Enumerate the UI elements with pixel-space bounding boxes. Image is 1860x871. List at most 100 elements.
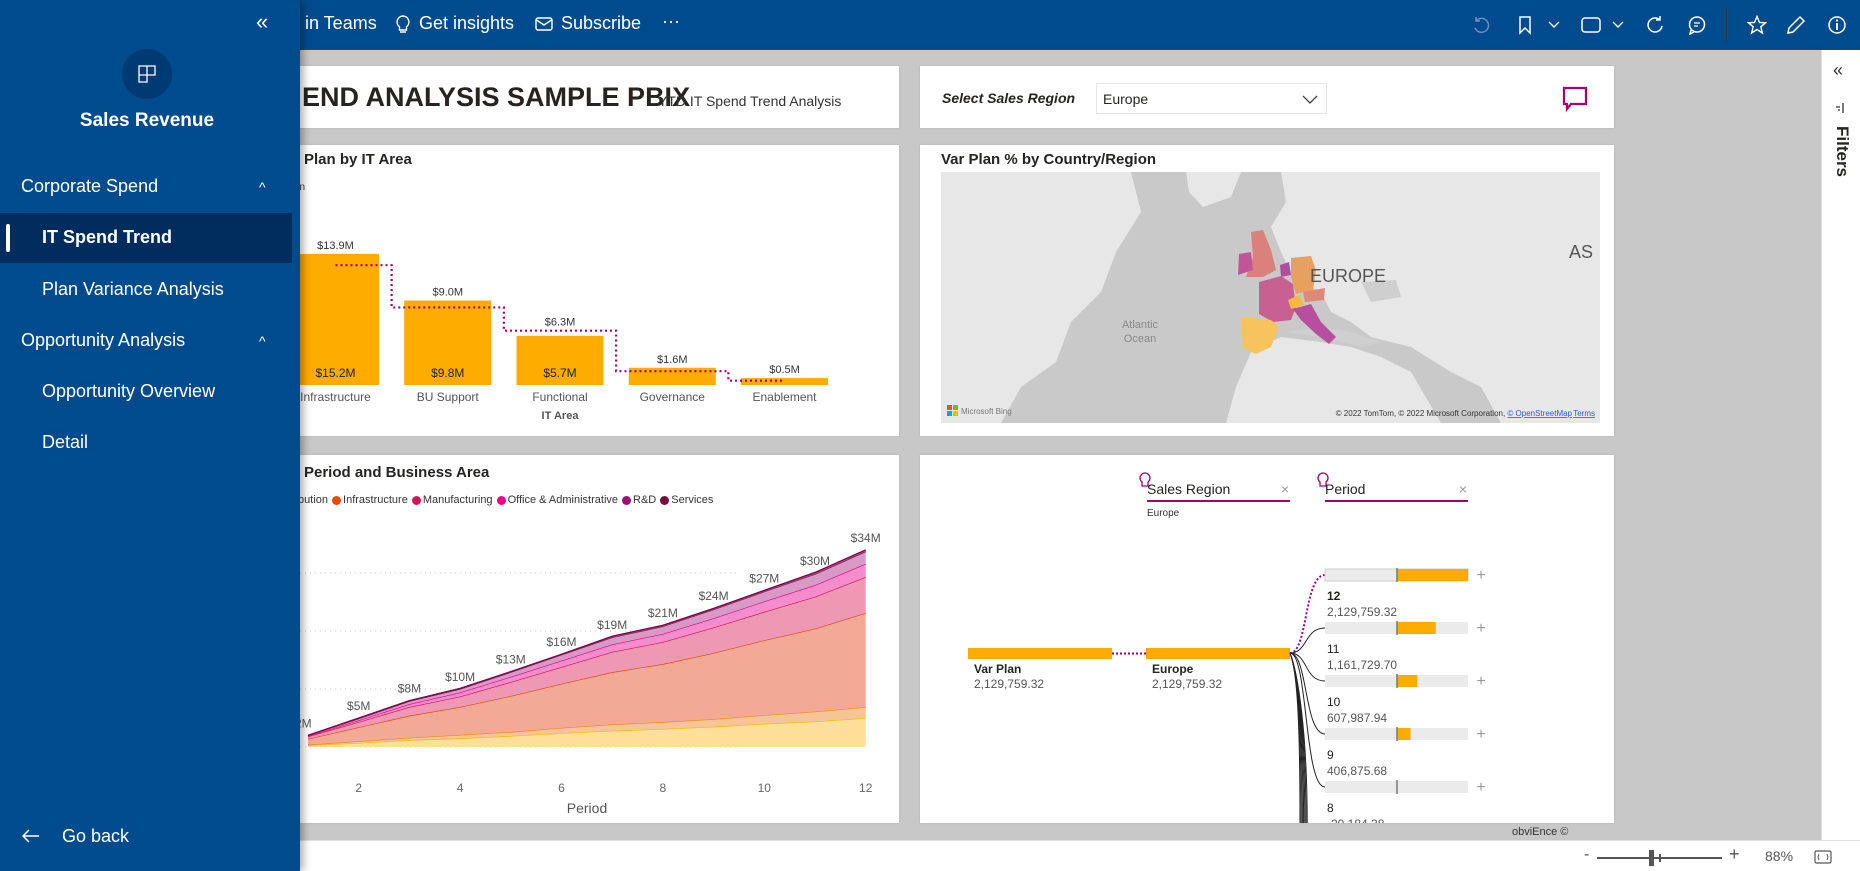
- expand-plus-icon[interactable]: +: [1476, 567, 1485, 584]
- total-label: $10M: [445, 670, 475, 684]
- remove-level-icon[interactable]: ×: [1459, 481, 1467, 497]
- decomp-connector: [1289, 652, 1326, 735]
- decomp-node-label: Var Plan: [974, 662, 1021, 676]
- info-icon[interactable]: [1826, 14, 1848, 36]
- refresh-icon[interactable]: [1644, 14, 1666, 36]
- filters-pane[interactable]: « Filters: [1821, 50, 1860, 840]
- zoom-slider[interactable]: [1597, 850, 1722, 866]
- chevron-down-icon[interactable]: [1543, 14, 1565, 36]
- decomp-node-value: 2,129,759.32: [974, 677, 1044, 691]
- decomposition-tree: Sales Region ×EuropePeriod ×Var Plan2,129,…: [968, 472, 1486, 823]
- map-label-europe: EUROPE: [1310, 266, 1386, 286]
- decomp-header-sales-region[interactable]: Sales Region × Europe: [1139, 472, 1290, 519]
- plan-value-label: $0.5M: [769, 364, 800, 376]
- comment-icon[interactable]: [1686, 14, 1708, 36]
- decomp-row-label: 10: [1327, 695, 1341, 709]
- map-copyright: © 2022 TomTom, © 2022 Microsoft Corporat…: [1336, 409, 1573, 418]
- slicer-label: Select Sales Region: [942, 90, 1076, 106]
- bar-chart-xlabel: IT Area: [541, 410, 579, 422]
- chevron-up-icon: ^: [259, 333, 266, 349]
- remove-level-icon[interactable]: ×: [1281, 481, 1289, 497]
- map-label-ocean-1: Atlantic: [1122, 319, 1159, 331]
- get-insights-button[interactable]: Get insights: [395, 13, 514, 34]
- go-back-button[interactable]: Go back: [0, 826, 292, 847]
- report-footer: obviEnce ©: [1512, 826, 1569, 838]
- expand-plus-icon[interactable]: +: [1476, 620, 1485, 637]
- expand-plus-icon[interactable]: +: [1476, 726, 1485, 743]
- filters-label[interactable]: Filters: [1832, 126, 1852, 177]
- edit-icon[interactable]: [1785, 14, 1807, 36]
- nav-page-plan-variance-analysis[interactable]: Plan Variance Analysis: [0, 279, 292, 300]
- zoom-out-button[interactable]: -: [1584, 846, 1589, 864]
- total-label: $24M: [699, 589, 729, 603]
- decomp-node-bar[interactable]: [968, 648, 1112, 659]
- total-label: $30M: [800, 554, 830, 568]
- fit-to-page-icon[interactable]: [1814, 850, 1832, 864]
- category-label: Enablement: [752, 390, 817, 404]
- decomp-row-bar: [1397, 675, 1418, 687]
- arrow-left-icon: [22, 829, 39, 843]
- nav-section-opportunity-analysis[interactable]: Opportunity Analysis ^: [0, 330, 292, 351]
- decomp-header-label: Sales Region: [1147, 481, 1230, 497]
- bar-enablement: [741, 378, 828, 385]
- osm-link: © OpenStreetMap: [1507, 409, 1572, 418]
- decomp-header-label: Period: [1325, 481, 1365, 497]
- terms-link[interactable]: Terms: [1573, 409, 1595, 418]
- star-icon[interactable]: [1746, 14, 1768, 36]
- report-title: END ANALYSIS SAMPLE PBIX: [302, 82, 691, 112]
- plan-value-label: $13.9M: [317, 240, 354, 252]
- decomp-row-bar: [1397, 622, 1436, 634]
- decomp-row-label: 8: [1327, 801, 1334, 815]
- decomp-row-value: 607,987.94: [1327, 711, 1387, 725]
- view-icon[interactable]: [1580, 14, 1602, 36]
- chevron-down-icon[interactable]: [1607, 14, 1629, 36]
- total-label: $5M: [347, 699, 370, 713]
- filled-map[interactable]: EUROPE AS Atlantic Ocean Microsoft Bing …: [941, 172, 1600, 423]
- bar-governance: [628, 367, 716, 385]
- comment-icon[interactable]: [1562, 86, 1588, 112]
- region-dropdown[interactable]: Europe: [1096, 83, 1327, 114]
- nav-section-corporate-spend[interactable]: Corporate Spend ^: [0, 176, 292, 198]
- total-label: $13M: [496, 653, 526, 667]
- report-subtitle: YTD IT Spend Trend Analysis: [658, 93, 842, 109]
- category-label: BU Support: [417, 390, 480, 404]
- bar-chart-card: Plan by IT Area Plan $15.2M$13.9MInfrast…: [250, 145, 899, 436]
- decomp-row-value: -29,184.38: [1327, 817, 1385, 823]
- decomp-header-selection: Europe: [1147, 508, 1180, 519]
- region-slicer-card: Select Sales Region Europe: [920, 66, 1614, 128]
- undo-icon[interactable]: [1470, 14, 1492, 36]
- expand-filters-icon[interactable]: «: [1833, 60, 1843, 81]
- decomp-row-bar: [1397, 569, 1468, 581]
- zoom-slider-thumb[interactable]: [1649, 850, 1654, 866]
- report-icon: [122, 49, 172, 99]
- bing-attribution: Microsoft Bing: [961, 407, 1012, 416]
- decomp-node-bar[interactable]: [1146, 648, 1290, 659]
- decomp-header-period[interactable]: Period ×: [1317, 472, 1468, 502]
- expand-plus-icon[interactable]: +: [1476, 673, 1485, 690]
- chevron-up-icon: ^: [259, 179, 266, 195]
- decomp-connector: [1289, 627, 1326, 654]
- zoom-in-button[interactable]: +: [1729, 844, 1740, 865]
- lightbulb-icon: [396, 14, 410, 33]
- map-label-ocean-2: Ocean: [1124, 333, 1156, 345]
- x-tick-label: 12: [859, 781, 873, 795]
- expand-plus-icon[interactable]: +: [1476, 779, 1485, 796]
- more-options-button[interactable]: ···: [662, 11, 680, 32]
- nav-page-opportunity-overview[interactable]: Opportunity Overview: [0, 381, 292, 402]
- nav-page-it-spend-trend[interactable]: IT Spend Trend: [0, 213, 292, 263]
- x-tick-label: 6: [558, 781, 565, 795]
- x-axis-title: Period: [567, 800, 607, 816]
- bar-value-label: $9.8M: [431, 366, 464, 380]
- subscribe-button[interactable]: Subscribe: [535, 13, 641, 34]
- decomp-connector: [1289, 574, 1326, 654]
- area-chart-card: Period and Business Area Distribution Inf…: [250, 455, 899, 823]
- collapse-nav-button[interactable]: «: [256, 9, 268, 35]
- bookmark-icon[interactable]: [1514, 14, 1536, 36]
- decomp-row-value: 2,129,759.32: [1327, 605, 1397, 619]
- decomp-row-label: 11: [1327, 642, 1340, 656]
- mail-icon: [535, 16, 553, 31]
- active-page-indicator: [6, 224, 10, 252]
- nav-page-detail[interactable]: Detail: [0, 432, 292, 453]
- report-title-card: END ANALYSIS SAMPLE PBIX YTD IT Spend Tr…: [250, 66, 899, 128]
- chat-in-teams-button[interactable]: in Teams: [305, 13, 377, 34]
